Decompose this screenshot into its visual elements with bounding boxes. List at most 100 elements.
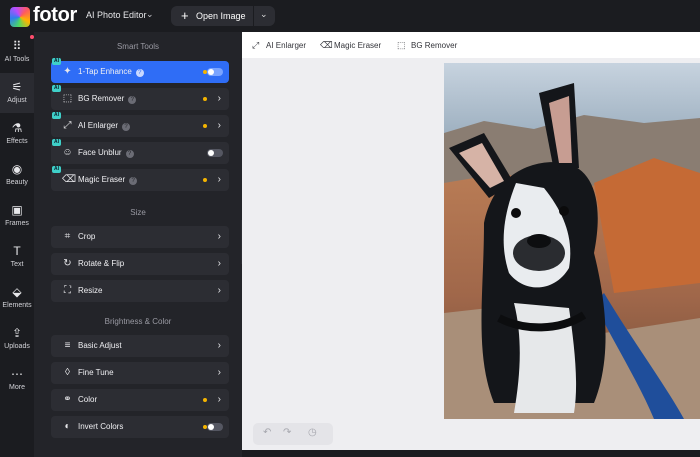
sparkle-frame-icon: ✦ — [63, 66, 72, 77]
quick-label: BG Remover — [411, 41, 458, 50]
ai-badge: AI — [52, 166, 61, 173]
tool-magic-eraser[interactable]: AI ⌫ Magic Eraser? › — [51, 166, 229, 191]
chevron-right-icon: › — [217, 258, 221, 269]
premium-dot — [203, 124, 207, 128]
shapes-icon: ⬙ — [12, 285, 22, 299]
open-image-dropdown-button[interactable]: ⌄ — [254, 6, 275, 26]
undo-icon[interactable]: ↶ — [263, 427, 271, 438]
enlarge-icon: ⤢ — [252, 40, 260, 50]
editor-mode-select[interactable]: AI Photo Editor — [86, 10, 147, 20]
rail-label: More — [9, 384, 25, 391]
eraser-icon: ⌫ — [320, 40, 333, 50]
tool-label-text: 1-Tap Enhance — [78, 67, 132, 76]
crop-icon: ⌗ — [64, 231, 71, 242]
color-circles-icon: ⚭ — [63, 394, 72, 405]
text-icon: T — [13, 244, 21, 258]
flask-icon: ⚗ — [11, 121, 23, 135]
logo-text[interactable]: fotor — [33, 4, 77, 27]
adjust-panel: Smart Tools AI ✦ 1-Tap Enhance? AI ⬚ BG … — [34, 32, 242, 457]
quick-ai-enlarger[interactable]: ⤢ AI Enlarger — [252, 40, 306, 51]
tool-label-text: Magic Eraser — [78, 175, 126, 184]
grid-icon: ⠿ — [12, 39, 22, 53]
tool-crop[interactable]: ⌗ Crop › — [51, 226, 229, 248]
chevron-right-icon: › — [217, 174, 221, 185]
invert-icon: ◐ — [64, 421, 71, 432]
history-controls: ↶ ↷ ◷ — [253, 423, 333, 445]
quick-bg-remover[interactable]: ⬚ BG Remover — [397, 40, 457, 51]
rail-item-uploads[interactable]: ⇪ Uploads — [0, 319, 34, 359]
face-unblur-toggle[interactable] — [207, 149, 223, 157]
face-icon: ☺ — [62, 147, 73, 158]
chevron-right-icon: › — [217, 340, 221, 351]
invert-colors-toggle[interactable] — [207, 423, 223, 431]
help-icon[interactable]: ? — [125, 150, 134, 158]
upload-icon: ⇪ — [11, 326, 23, 340]
more-icon: ⋯ — [11, 367, 23, 381]
tool-label: Fine Tune — [78, 368, 114, 377]
enlarge-icon: ⤢ — [63, 120, 72, 131]
tool-face-unblur[interactable]: AI ☺ Face Unblur? — [51, 139, 229, 164]
chevron-right-icon: › — [217, 120, 221, 131]
tool-label: Color — [78, 395, 98, 404]
rail-label: AI Tools — [4, 56, 30, 63]
eye-icon: ◉ — [11, 162, 23, 176]
help-icon[interactable]: ? — [122, 123, 131, 131]
history-icon[interactable]: ◷ — [308, 427, 317, 438]
rail-item-frames[interactable]: ▣ Frames — [0, 196, 34, 236]
open-image-button[interactable]: + Open Image — [171, 6, 253, 26]
left-rail: ⠿ AI Tools ⚟ Adjust ⚗ Effects ◉ Beauty ▣… — [0, 32, 34, 457]
tool-label: Magic Eraser? — [78, 175, 138, 185]
quick-tools-bar: ⤢ AI Enlarger ⌫Magic Eraser ⬚ BG Remover — [242, 32, 700, 58]
rail-item-beauty[interactable]: ◉ Beauty — [0, 155, 34, 195]
eraser-icon: ⌫ — [62, 174, 77, 185]
droplet-icon: ◊ — [65, 367, 70, 378]
rail-label: Uploads — [4, 343, 30, 350]
chevron-right-icon: › — [217, 394, 221, 405]
rail-label: Beauty — [6, 179, 28, 186]
premium-dot — [203, 398, 207, 402]
tool-ai-enlarger[interactable]: AI ⤢ AI Enlarger? › — [51, 112, 229, 137]
ai-badge: AI — [52, 85, 61, 92]
chevron-right-icon: › — [217, 231, 221, 242]
rail-label: Elements — [2, 302, 32, 309]
rail-item-text[interactable]: T Text — [0, 237, 34, 277]
section-title-smart-tools: Smart Tools — [116, 42, 160, 51]
rail-label: Text — [10, 261, 24, 268]
tool-rotate-flip[interactable]: ↻ Rotate & Flip › — [51, 253, 229, 275]
help-icon[interactable]: ? — [135, 69, 144, 77]
redo-icon[interactable]: ↷ — [283, 427, 291, 438]
rail-item-effects[interactable]: ⚗ Effects — [0, 114, 34, 154]
tool-label: Face Unblur? — [78, 148, 134, 158]
rail-label: Frames — [5, 220, 29, 227]
tool-bg-remover[interactable]: AI ⬚ BG Remover? › — [51, 85, 229, 110]
rail-item-more[interactable]: ⋯ More — [0, 360, 34, 400]
rail-item-adjust[interactable]: ⚟ Adjust — [0, 73, 34, 113]
rail-item-ai-tools[interactable]: ⠿ AI Tools — [0, 32, 34, 72]
tool-label: 1-Tap Enhance? — [78, 67, 144, 77]
workspace: ⤢ AI Enlarger ⌫Magic Eraser ⬚ BG Remover — [242, 32, 700, 457]
help-icon[interactable]: ? — [129, 177, 138, 185]
tool-label-text: Face Unblur — [78, 148, 122, 157]
bg-remover-icon: ⬚ — [62, 93, 73, 104]
tool-invert-colors[interactable]: ◐ Invert Colors — [51, 416, 229, 438]
chevron-down-icon[interactable]: ⌄ — [146, 9, 154, 20]
fotor-logo-icon[interactable] — [10, 7, 30, 27]
tool-color[interactable]: ⚭ Color › — [51, 389, 229, 411]
tool-label: Crop — [78, 232, 96, 241]
photo-canvas[interactable] — [444, 63, 700, 419]
help-icon[interactable]: ? — [128, 96, 137, 104]
plus-icon: + — [181, 8, 189, 23]
ai-badge: AI — [52, 112, 61, 119]
enhance-toggle[interactable] — [207, 68, 223, 76]
tool-basic-adjust[interactable]: ≡ Basic Adjust › — [51, 335, 229, 357]
ai-badge: AI — [52, 139, 61, 146]
tool-fine-tune[interactable]: ◊ Fine Tune › — [51, 362, 229, 384]
quick-magic-eraser[interactable]: ⌫Magic Eraser — [320, 40, 381, 51]
tool-label-text: AI Enlarger — [78, 121, 119, 130]
tool-1-tap-enhance[interactable]: AI ✦ 1-Tap Enhance? — [51, 58, 229, 83]
rail-item-elements[interactable]: ⬙ Elements — [0, 278, 34, 318]
quick-label: AI Enlarger — [266, 41, 307, 50]
bottom-strip — [242, 450, 700, 457]
chevron-right-icon: › — [217, 285, 221, 296]
tool-resize[interactable]: ⛶ Resize › — [51, 280, 229, 302]
